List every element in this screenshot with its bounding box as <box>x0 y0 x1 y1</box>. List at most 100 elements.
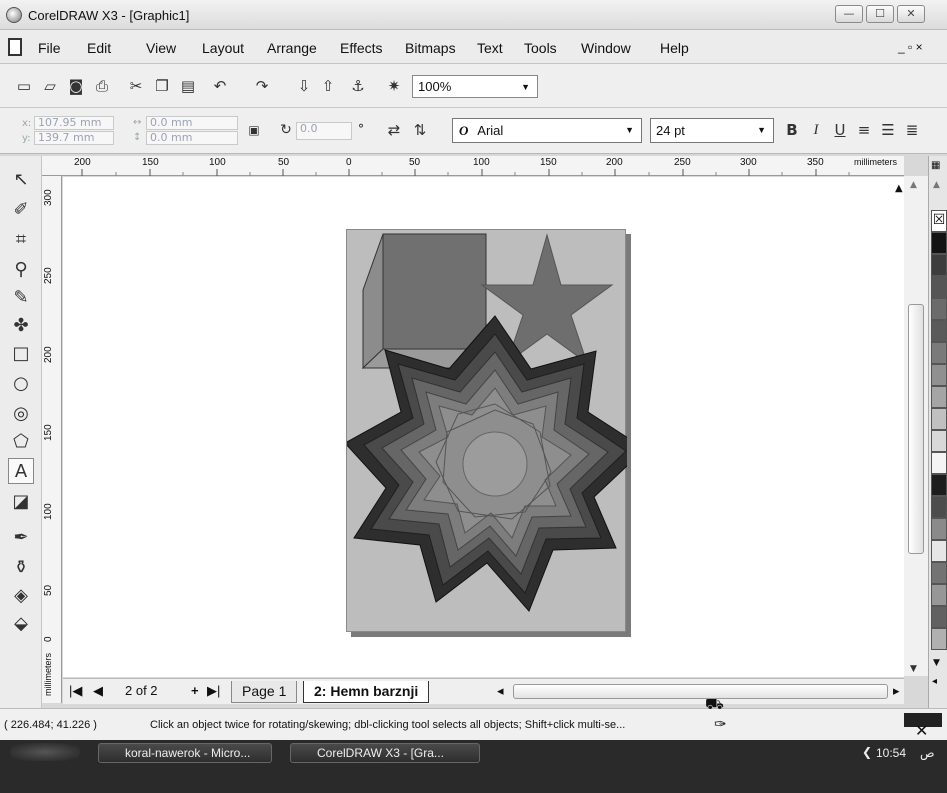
color-swatch[interactable] <box>931 496 947 518</box>
pick-tool-icon[interactable]: ↖ <box>8 166 34 192</box>
color-swatch[interactable] <box>931 298 947 320</box>
menu-tools[interactable]: Tools <box>524 40 557 56</box>
menu-view[interactable]: View <box>146 40 176 56</box>
eyedropper-tool-icon[interactable]: ✒ <box>8 524 34 550</box>
basic-shapes-tool-icon[interactable]: ⬠ <box>8 428 34 454</box>
mirror-horizontal-icon[interactable]: ⇄ <box>384 120 404 140</box>
fill-tool-icon[interactable]: ◈ <box>8 582 34 608</box>
tab-page-1[interactable]: Page 1 <box>231 681 298 703</box>
shape-tool-icon[interactable]: ✐ <box>8 196 34 222</box>
ellipse-tool-icon[interactable]: ○ <box>8 370 34 396</box>
vertical-ruler[interactable]: 300 250 200 150 100 50 0 millimeters <box>42 176 62 703</box>
next-page-button[interactable]: ▶| <box>207 683 220 699</box>
coreldraw-app-icon[interactable] <box>6 7 22 23</box>
bullet-list-icon[interactable]: ☰ <box>878 120 898 140</box>
print-icon[interactable]: ⎙ <box>92 76 112 96</box>
paste-icon[interactable]: ▤ <box>178 76 198 96</box>
maximize-button[interactable]: ☐ <box>866 5 894 23</box>
scroll-down-arrow-icon[interactable]: ▼ <box>910 664 917 674</box>
blended-star-shape[interactable] <box>344 315 646 612</box>
spiral-tool-icon[interactable]: ◎ <box>8 400 34 426</box>
freehand-tool-icon[interactable]: ✎ <box>8 284 34 310</box>
menu-text[interactable]: Text <box>477 40 503 56</box>
open-icon[interactable]: ▱ <box>40 76 60 96</box>
color-swatch[interactable] <box>931 364 947 386</box>
drop-cap-icon[interactable]: ≣ <box>902 120 922 140</box>
horizontal-ruler[interactable]: 200 150 100 50 0 50 100 150 200 250 300 … <box>42 156 904 176</box>
color-swatch[interactable] <box>931 342 947 364</box>
interactive-fill-tool-icon[interactable]: ⬙ <box>8 610 34 636</box>
color-swatch[interactable] <box>931 320 947 342</box>
menu-file[interactable]: File <box>38 40 61 56</box>
menu-arrange[interactable]: Arrange <box>267 40 317 56</box>
tab-page-2[interactable]: 2: Hemn barznji <box>303 681 430 703</box>
text-tool-icon[interactable]: A <box>8 458 34 484</box>
horizontal-scroll-thumb[interactable] <box>513 684 888 699</box>
zoom-level-select[interactable]: 100% ▼ <box>412 75 538 98</box>
menu-help[interactable]: Help <box>660 40 689 56</box>
color-swatch[interactable] <box>931 606 947 628</box>
palette-down-arrow-icon[interactable]: ▼ <box>933 658 940 668</box>
italic-button[interactable]: I <box>806 120 826 140</box>
rotation-angle-field[interactable]: 0.0 <box>296 122 352 140</box>
crop-tool-icon[interactable]: ⌗ <box>8 226 34 252</box>
color-swatch[interactable] <box>931 628 947 650</box>
scroll-up-icon[interactable]: ▲ <box>895 183 903 194</box>
document-window-controls[interactable]: _ ▫ × <box>898 40 923 54</box>
add-page-button[interactable]: + <box>191 683 199 698</box>
font-family-select[interactable]: O Arial ▼ <box>452 118 642 143</box>
import-icon[interactable]: ⇩ <box>294 76 314 96</box>
menu-effects[interactable]: Effects <box>340 40 383 56</box>
drawing-canvas[interactable]: ▲ <box>63 177 904 677</box>
cut-icon[interactable]: ✂ <box>126 76 146 96</box>
first-page-button[interactable]: |◀ <box>69 683 82 699</box>
color-swatch[interactable] <box>931 562 947 584</box>
palette-up-arrow-icon[interactable]: ▲ <box>933 180 940 190</box>
smart-fill-tool-icon[interactable]: ✤ <box>8 312 34 338</box>
start-button[interactable] <box>10 743 80 761</box>
mirror-vertical-icon[interactable]: ⇅ <box>410 120 430 140</box>
save-icon[interactable]: ◙ <box>66 76 86 96</box>
lock-ratio-icon[interactable]: ▣ <box>244 120 264 140</box>
color-swatch[interactable] <box>931 452 947 474</box>
palette-options-icon[interactable]: ▦ <box>931 160 947 176</box>
no-outline-icon[interactable]: ✕ <box>915 721 928 740</box>
color-swatch[interactable] <box>931 232 947 254</box>
menu-edit[interactable]: Edit <box>87 40 111 56</box>
color-swatch[interactable] <box>931 386 947 408</box>
height-field[interactable]: 0.0 mm <box>146 131 238 145</box>
copy-icon[interactable]: ❐ <box>152 76 172 96</box>
redo-icon[interactable]: ↷ <box>252 76 272 96</box>
taskbar-item-word[interactable]: koral-nawerok - Micro... <box>98 743 272 763</box>
menu-layout[interactable]: Layout <box>202 40 244 56</box>
export-icon[interactable]: ⇧ <box>318 76 338 96</box>
no-color-swatch[interactable]: ☒ <box>931 210 947 232</box>
undo-icon[interactable]: ↶ <box>210 76 230 96</box>
previous-page-button[interactable]: ◀ <box>93 683 103 699</box>
app-launcher-icon[interactable]: ⚓ <box>348 76 368 96</box>
y-position-field[interactable]: 139.7 mm <box>34 131 114 145</box>
tray-arrow-icon[interactable]: ❮ <box>862 745 872 759</box>
color-swatch[interactable] <box>931 518 947 540</box>
color-swatch[interactable] <box>931 540 947 562</box>
outline-tool-icon[interactable]: ⚱ <box>8 554 34 580</box>
scroll-up-arrow-icon[interactable]: ▲ <box>910 180 917 190</box>
scroll-left-arrow-icon[interactable]: ◂ <box>497 683 504 699</box>
align-icon[interactable]: ≡ <box>854 120 874 140</box>
new-icon[interactable]: ▭ <box>14 76 34 96</box>
bold-button[interactable]: B <box>782 120 802 140</box>
menu-window[interactable]: Window <box>581 40 631 56</box>
taskbar-item-coreldraw[interactable]: CorelDRAW X3 - [Gra... <box>290 743 480 763</box>
vertical-scrollbar[interactable]: ▲ ▼ <box>904 176 928 676</box>
menu-bitmaps[interactable]: Bitmaps <box>405 40 456 56</box>
welcome-icon[interactable]: ✷ <box>384 76 404 96</box>
close-button[interactable]: ✕ <box>897 5 925 23</box>
palette-expand-icon[interactable]: ◂ <box>932 676 937 687</box>
scroll-right-arrow-icon[interactable]: ▸ <box>893 683 900 699</box>
vertical-scroll-thumb[interactable] <box>908 304 924 554</box>
document-icon[interactable] <box>8 38 22 56</box>
x-position-field[interactable]: 107.95 mm <box>34 116 114 130</box>
color-swatch[interactable] <box>931 584 947 606</box>
font-size-select[interactable]: 24 pt ▼ <box>650 118 774 143</box>
color-swatch[interactable] <box>931 474 947 496</box>
